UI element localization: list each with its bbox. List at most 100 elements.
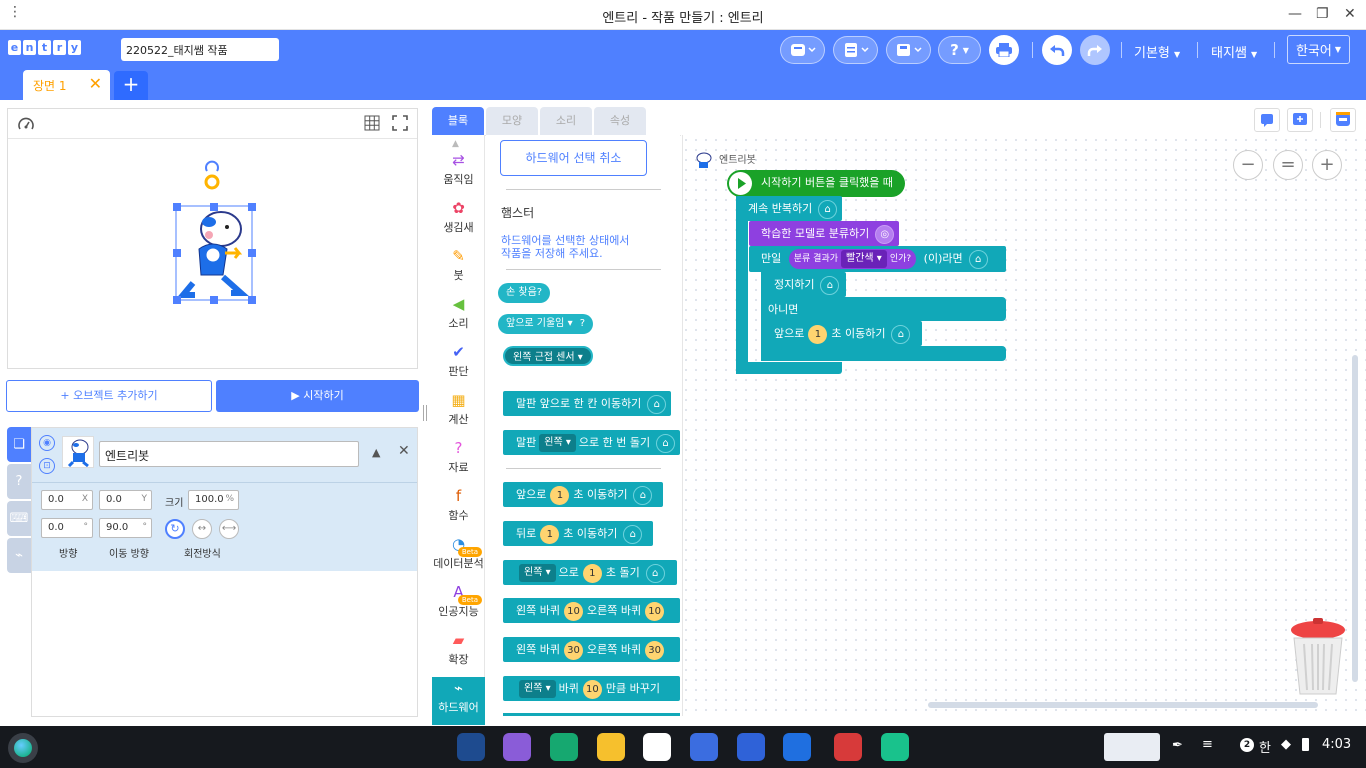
notes-icon[interactable]: ≡ <box>1202 737 1213 752</box>
size-field[interactable]: 100.0% <box>188 490 239 510</box>
block-proximity-sensor[interactable]: 왼쪽 근접 센서 ▾ <box>503 346 593 366</box>
taskbar-app-icon[interactable] <box>643 733 671 761</box>
x-field[interactable]: 0.0 X <box>41 490 93 510</box>
minimize-icon[interactable]: — <box>1288 6 1302 22</box>
category-2[interactable]: ✎ 붓 <box>432 245 485 293</box>
tab-blocks[interactable]: 블록 <box>432 107 484 135</box>
when-start-clicked-block[interactable]: 시작하기 버튼을 클릭했을 때 <box>727 170 905 197</box>
add-scene-button[interactable]: + <box>114 71 148 100</box>
number-input[interactable]: 10 <box>582 679 602 699</box>
object-item[interactable]: ◉ ⊡ 엔트리봇 ▲ ✕ 0.0 X 0.0 Y 크기 100.0% 0.0 ° 90… <box>32 428 417 571</box>
comment-button[interactable] <box>1254 108 1280 132</box>
print-button[interactable] <box>989 35 1019 65</box>
panel-resize-handle[interactable] <box>423 405 427 421</box>
grid-icon[interactable] <box>364 115 380 131</box>
number-input[interactable]: 30 <box>563 640 583 660</box>
help-tab[interactable]: ? <box>7 464 31 499</box>
number-input[interactable]: 1 <box>550 485 570 505</box>
class-dropdown[interactable]: 빨간색 ▾ <box>841 249 887 268</box>
clock[interactable]: 4:03 <box>1322 737 1351 752</box>
language-select[interactable]: 한국어 ▼ <box>1287 35 1350 64</box>
close-scene-icon[interactable]: ✕ <box>89 74 102 93</box>
start-button[interactable]: ▶ 시작하기 <box>216 380 419 412</box>
ime-indicator[interactable]: 한 <box>1259 737 1271 756</box>
classify-result-condition[interactable]: 분류 결과가 빨간색 ▾ 인가? <box>788 249 917 269</box>
taskbar-files-icon[interactable] <box>597 733 625 761</box>
category-6[interactable]: ? 자료 <box>432 437 485 485</box>
block-wheels-set[interactable]: 왼쪽 바퀴 10 오른쪽 바퀴 10 <box>503 598 680 623</box>
add-comment-button[interactable] <box>1287 108 1313 132</box>
direction-dropdown[interactable]: 왼쪽 ▾ <box>519 564 556 582</box>
visibility-icon[interactable]: ◉ <box>39 435 55 451</box>
object-name-input[interactable]: 엔트리봇 <box>99 441 359 467</box>
taskbar-app-icon[interactable] <box>834 733 862 761</box>
category-9[interactable]: A 인공지능 Beta <box>432 581 485 629</box>
block-turn[interactable]: 왼쪽 ▾ 으로 1 초 돌기 ⌂ <box>503 560 677 585</box>
new-project-menu-button[interactable] <box>833 36 878 64</box>
add-object-button[interactable]: + 오브젝트 추가하기 <box>6 380 212 412</box>
scene-tab[interactable]: 장면 1 ✕ <box>23 70 110 100</box>
delete-object-icon[interactable]: ✕ <box>398 443 410 459</box>
move-forward-block[interactable]: 앞으로 1 초 이동하기 ⌂ <box>762 321 922 346</box>
y-field[interactable]: 0.0 Y <box>99 490 152 510</box>
scroll-up-icon[interactable]: ▲ <box>452 139 459 149</box>
entrybot-sprite[interactable] <box>163 159 263 309</box>
block-board-turn[interactable]: 말판 왼쪽 ▾ 으로 한 번 돌기 ⌂ <box>503 430 680 455</box>
number-input[interactable]: 1 <box>582 563 602 583</box>
entry-logo[interactable]: e n t r y <box>8 40 81 55</box>
number-input[interactable]: 10 <box>563 601 583 621</box>
no-rotate-icon[interactable]: ⟷ <box>219 519 239 539</box>
trash-can-icon[interactable] <box>1288 616 1348 700</box>
category-5[interactable]: ▦ 계산 <box>432 389 485 437</box>
wifi-icon[interactable]: ◆ <box>1281 737 1291 752</box>
close-window-icon[interactable]: ✕ <box>1344 6 1356 22</box>
category-3[interactable]: ◀ 소리 <box>432 293 485 341</box>
tray-window-preview[interactable] <box>1104 733 1160 761</box>
move-direction-field[interactable]: 90.0 ° <box>99 518 152 538</box>
tab-shapes[interactable]: 모양 <box>486 107 538 135</box>
undo-button[interactable] <box>1042 35 1072 65</box>
template-menu-button[interactable] <box>780 36 825 64</box>
restore-icon[interactable]: ❐ <box>1316 6 1329 22</box>
zoom-in-button[interactable]: + <box>1312 150 1342 180</box>
rotate-free-icon[interactable]: ↻ <box>165 519 185 539</box>
taskbar-app-icon[interactable] <box>457 733 485 761</box>
number-input[interactable]: 30 <box>645 640 665 660</box>
number-input[interactable]: 1 <box>808 324 828 344</box>
flip-horizontal-icon[interactable]: ↔ <box>192 519 212 539</box>
block-tilt[interactable]: 앞으로 기울임 ▾ ? <box>498 314 594 334</box>
taskbar-entry-icon[interactable] <box>881 733 909 761</box>
block-wheel-change[interactable]: 왼쪽 ▾ 바퀴 10 만큼 바꾸기 <box>503 676 680 701</box>
taskbar-app-icon[interactable] <box>550 733 578 761</box>
object-tab[interactable]: ❏ <box>7 427 31 462</box>
horizontal-scrollbar[interactable] <box>928 702 1318 708</box>
category-7[interactable]: f 함수 <box>432 485 485 533</box>
fullscreen-icon[interactable] <box>392 115 408 131</box>
zoom-reset-button[interactable]: = <box>1273 150 1303 180</box>
block-wheels-set[interactable]: 왼쪽 바퀴 30 오른쪽 바퀴 30 <box>503 637 680 662</box>
number-input[interactable]: 1 <box>540 524 560 544</box>
stop-block[interactable]: 정지하기 ⌂ <box>762 272 846 297</box>
category-4[interactable]: ✔ 판단 <box>432 341 485 389</box>
pen-icon[interactable]: ✒ <box>1172 738 1183 753</box>
battery-icon[interactable] <box>1302 738 1309 751</box>
project-name-input[interactable] <box>121 38 279 61</box>
input-tab[interactable]: ⌨ <box>7 501 31 536</box>
category-8[interactable]: ◔ 데이터분석 Beta <box>432 533 485 581</box>
block-move-back[interactable]: 뒤로 1 초 이동하기 ⌂ <box>503 521 653 546</box>
if-block[interactable]: 만일 분류 결과가 빨간색 ▾ 인가? (이)라면 ⌂ <box>749 246 1006 272</box>
category-1[interactable]: ✿ 생김새 <box>432 197 485 245</box>
user-menu[interactable]: 태지쌤 ▼ <box>1211 42 1257 61</box>
number-input[interactable]: 10 <box>645 601 665 621</box>
category-10[interactable]: ▰ 확장 <box>432 629 485 677</box>
tab-sounds[interactable]: 소리 <box>540 107 592 135</box>
lock-icon[interactable]: ⊡ <box>39 458 55 474</box>
vertical-scrollbar[interactable] <box>1352 355 1358 682</box>
block-move-forward[interactable]: 앞으로 1 초 이동하기 ⌂ <box>503 482 663 507</box>
hardware-tab[interactable]: ⌁ <box>7 538 31 573</box>
taskbar-app-icon[interactable] <box>690 733 718 761</box>
repeat-forever-block[interactable]: 계속 반복하기 ⌂ <box>736 196 842 221</box>
zoom-out-button[interactable]: − <box>1233 150 1263 180</box>
classify-model-block[interactable]: 학습한 모델로 분류하기 ◎ <box>749 221 899 246</box>
speed-gauge-icon[interactable] <box>18 117 34 131</box>
